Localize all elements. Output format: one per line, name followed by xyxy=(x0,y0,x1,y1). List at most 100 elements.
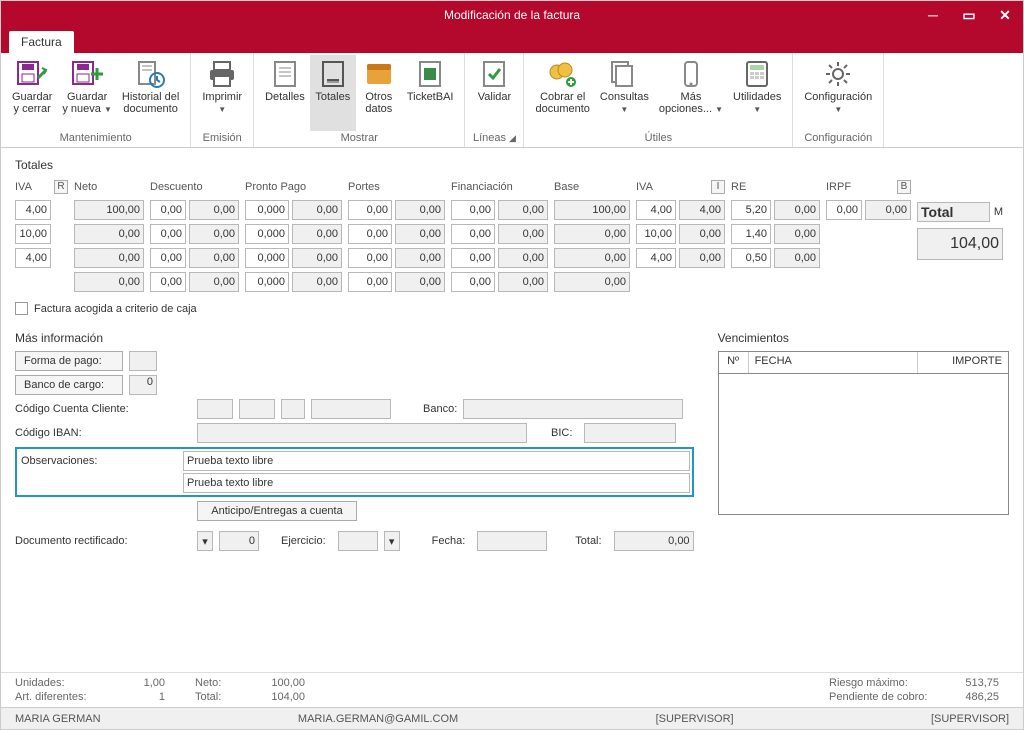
totals-hdr-btn[interactable]: I xyxy=(711,180,725,194)
totals-cell[interactable]: 0,00 xyxy=(150,200,186,220)
totals-cell[interactable]: 0,00 xyxy=(554,248,630,268)
totals-cell[interactable]: 0,000 xyxy=(245,272,289,292)
iban-input[interactable] xyxy=(197,423,527,443)
ribbon-cobrar[interactable]: Cobrar eldocumento xyxy=(530,55,594,131)
ejercicio-input[interactable] xyxy=(338,531,378,551)
ribbon-masopc[interactable]: Másopciones... ▼ xyxy=(654,55,728,131)
totals-hdr-btn[interactable]: R xyxy=(54,180,68,194)
maximize-button[interactable]: ▭ xyxy=(951,1,987,29)
totals-cell[interactable]: 0,00 xyxy=(498,272,548,292)
totals-cell[interactable]: 0,00 xyxy=(189,248,239,268)
totals-cell[interactable]: 0,00 xyxy=(74,248,144,268)
ribbon-history[interactable]: Historial deldocumento xyxy=(117,55,184,131)
ribbon-ticketbai[interactable]: TicketBAI xyxy=(402,55,459,131)
ccc-2[interactable] xyxy=(239,399,275,419)
totals-cell[interactable]: 0,00 xyxy=(826,200,862,220)
totals-cell[interactable]: 1,40 xyxy=(731,224,771,244)
minimize-button[interactable]: ─ xyxy=(915,1,951,29)
ejercicio-dd[interactable]: ▾ xyxy=(384,531,400,551)
ribbon-totals[interactable]: Totales xyxy=(310,55,356,131)
totals-cell[interactable]: 0,000 xyxy=(245,200,289,220)
totals-cell[interactable]: 0,00 xyxy=(189,224,239,244)
totals-cell[interactable]: 0,00 xyxy=(451,272,495,292)
fecha-input[interactable] xyxy=(477,531,547,551)
totals-cell[interactable]: 100,00 xyxy=(554,200,630,220)
totals-cell[interactable]: 0,00 xyxy=(348,272,392,292)
totals-cell[interactable]: 4,00 xyxy=(636,200,676,220)
totals-cell[interactable]: 0,000 xyxy=(245,248,289,268)
anticipo-button[interactable]: Anticipo/Entregas a cuenta xyxy=(197,501,357,521)
totals-cell[interactable]: 0,00 xyxy=(74,224,144,244)
totals-cell[interactable]: 0,00 xyxy=(395,272,445,292)
totals-cell[interactable]: 0,00 xyxy=(774,200,820,220)
ribbon-save-new[interactable]: Guardary nueva ▼ xyxy=(57,55,117,131)
ribbon-validate[interactable]: Validar xyxy=(471,55,517,131)
totals-cell[interactable]: 100,00 xyxy=(74,200,144,220)
total-input[interactable]: 0,00 xyxy=(614,531,694,551)
ribbon-print[interactable]: Imprimir▼ xyxy=(197,55,247,131)
totals-cell[interactable]: 0,00 xyxy=(348,200,392,220)
forma-pago-input[interactable] xyxy=(129,351,157,371)
totals-cell[interactable]: 10,00 xyxy=(636,224,676,244)
totals-cell[interactable]: 0,00 xyxy=(451,248,495,268)
totals-cell[interactable]: 0,00 xyxy=(395,248,445,268)
ribbon-details[interactable]: Detalles xyxy=(260,55,310,131)
totals-cell[interactable]: 0,00 xyxy=(189,200,239,220)
totals-cell[interactable]: 0,00 xyxy=(189,272,239,292)
totals-cell[interactable]: 0,00 xyxy=(150,248,186,268)
ribbon-other[interactable]: Otrosdatos xyxy=(356,55,402,131)
totals-cell[interactable]: 0,00 xyxy=(74,272,144,292)
totals-cell[interactable]: 5,20 xyxy=(731,200,771,220)
ribbon-save-close[interactable]: Guardary cerrar xyxy=(7,55,57,131)
totals-cell[interactable]: 0,00 xyxy=(150,272,186,292)
totals-cell[interactable]: 0,00 xyxy=(498,224,548,244)
totals-cell[interactable]: 0,00 xyxy=(554,272,630,292)
totals-cell[interactable]: 4,00 xyxy=(15,200,51,220)
totals-cell[interactable]: 0,00 xyxy=(865,200,911,220)
totals-cell[interactable]: 0,00 xyxy=(348,224,392,244)
totals-cell[interactable]: 0,00 xyxy=(348,248,392,268)
ribbon-consultas[interactable]: Consultas▼ xyxy=(595,55,654,131)
forma-pago-button[interactable]: Forma de pago: xyxy=(15,351,123,371)
totals-hdr-btn[interactable]: B xyxy=(897,180,911,194)
docrect-dd[interactable]: ▾ xyxy=(197,531,213,551)
totals-cell[interactable]: 0,00 xyxy=(774,224,820,244)
totals-cell[interactable]: 0,00 xyxy=(292,200,342,220)
totals-cell[interactable]: 0,00 xyxy=(679,224,725,244)
totals-cell[interactable]: 4,00 xyxy=(15,248,51,268)
totals-cell[interactable]: 4,00 xyxy=(679,200,725,220)
totals-cell[interactable]: 0,50 xyxy=(731,248,771,268)
totals-cell[interactable]: 0,00 xyxy=(498,200,548,220)
docrect-input[interactable]: 0 xyxy=(219,531,259,551)
totals-cell[interactable]: 10,00 xyxy=(15,224,51,244)
checkbox-caja[interactable]: Factura acogida a criterio de caja xyxy=(15,302,1009,315)
bic-input[interactable] xyxy=(584,423,676,443)
banco-cargo-button[interactable]: Banco de cargo: xyxy=(15,375,123,395)
totals-cell[interactable]: 0,00 xyxy=(451,224,495,244)
totals-cell[interactable]: 4,00 xyxy=(636,248,676,268)
totals-cell[interactable]: 0,00 xyxy=(150,224,186,244)
totals-cell[interactable]: 0,00 xyxy=(554,224,630,244)
totals-cell[interactable]: 0,00 xyxy=(774,248,820,268)
tab-factura[interactable]: Factura xyxy=(9,31,74,53)
ccc-4[interactable] xyxy=(311,399,391,419)
obs-line-1[interactable]: Prueba texto libre xyxy=(183,451,690,471)
total-m-btn[interactable]: M xyxy=(994,206,1003,218)
totals-cell[interactable]: 0,00 xyxy=(679,248,725,268)
totals-cell[interactable]: 0,000 xyxy=(245,224,289,244)
obs-line-2[interactable]: Prueba texto libre xyxy=(183,473,690,493)
ribbon-utilidades[interactable]: Utilidades▼ xyxy=(728,55,786,131)
close-button[interactable]: ✕ xyxy=(987,1,1023,29)
totals-cell[interactable]: 0,00 xyxy=(292,272,342,292)
totals-cell[interactable]: 0,00 xyxy=(395,200,445,220)
ccc-3[interactable] xyxy=(281,399,305,419)
totals-cell[interactable]: 0,00 xyxy=(498,248,548,268)
totals-cell[interactable]: 0,00 xyxy=(292,248,342,268)
banco-input[interactable] xyxy=(463,399,683,419)
totals-cell[interactable]: 0,00 xyxy=(292,224,342,244)
ccc-1[interactable] xyxy=(197,399,233,419)
ribbon-config[interactable]: Configuración▼ xyxy=(799,55,877,131)
banco-cargo-input[interactable]: 0 xyxy=(129,375,157,395)
totals-cell[interactable]: 0,00 xyxy=(451,200,495,220)
totals-cell[interactable]: 0,00 xyxy=(395,224,445,244)
